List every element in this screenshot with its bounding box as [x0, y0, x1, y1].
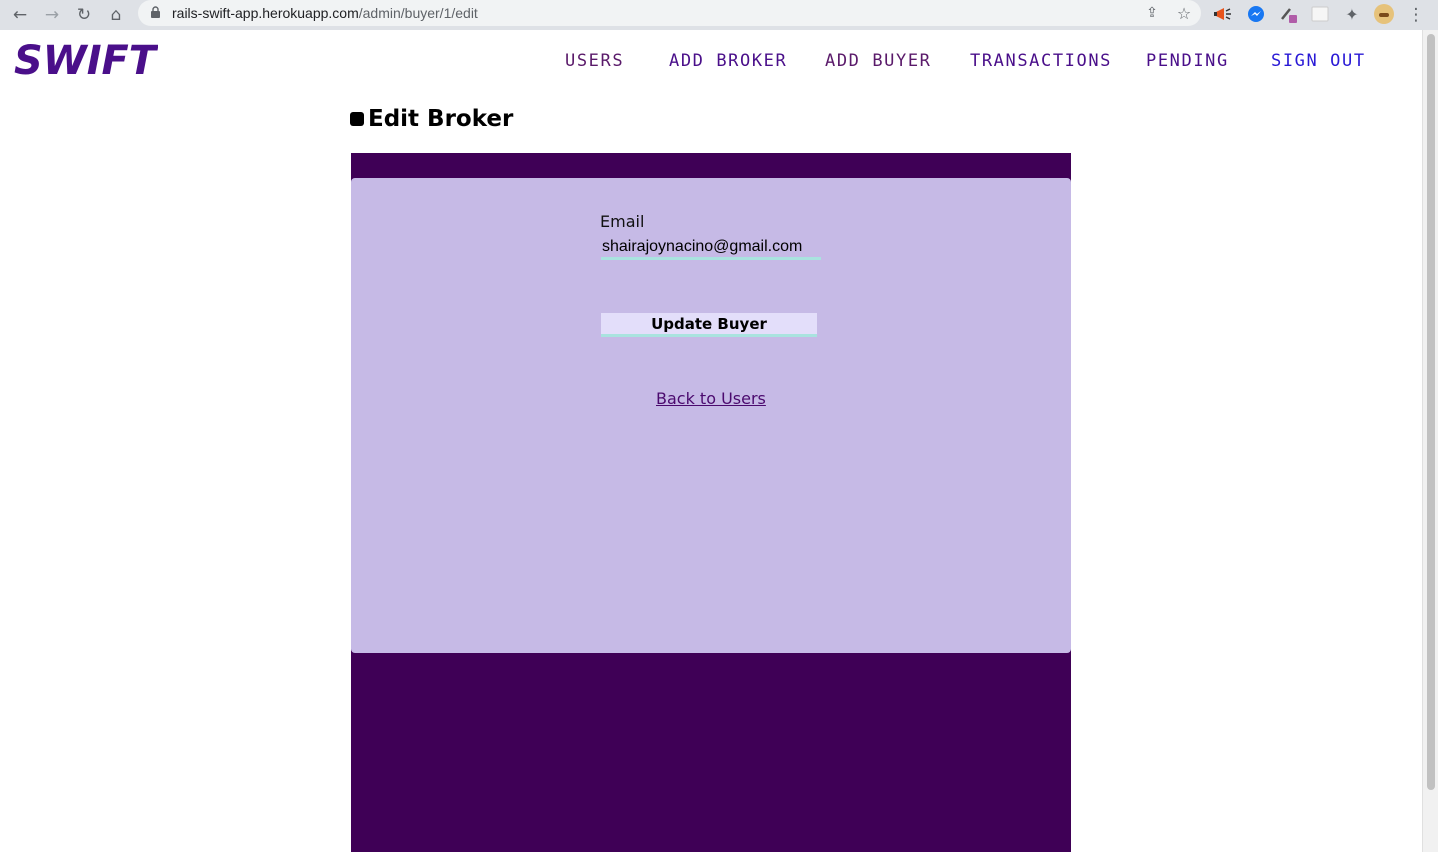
page-scrollbar[interactable] [1422, 30, 1438, 852]
reload-icon[interactable]: ↻ [72, 3, 96, 27]
nav-add-broker[interactable]: ADD BROKER [669, 51, 787, 71]
nav-pending[interactable]: PENDING [1146, 51, 1229, 71]
back-to-users-link[interactable]: Back to Users [656, 389, 766, 408]
url-domain: rails-swift-app.herokuapp.com [172, 5, 359, 21]
address-bar[interactable]: rails-swift-app.herokuapp.com/admin/buye… [138, 0, 1201, 26]
scrollbar-thumb[interactable] [1427, 34, 1435, 790]
browser-toolbar: ← → ↻ ⌂ rails-swift-app.herokuapp.com/ad… [0, 0, 1438, 30]
nav-users[interactable]: USERS [565, 51, 624, 71]
url-text: rails-swift-app.herokuapp.com/admin/buye… [172, 5, 478, 21]
logo-text: SWIFT [14, 42, 158, 78]
nav-transactions[interactable]: TRANSACTIONS [970, 51, 1112, 71]
eyedropper-extension-icon[interactable] [1278, 4, 1298, 24]
update-buyer-button[interactable]: Update Buyer [601, 313, 817, 337]
home-icon[interactable]: ⌂ [104, 3, 128, 27]
profile-avatar-icon[interactable] [1374, 4, 1394, 24]
page-viewport: SWIFT USERS ADD BROKER ADD BUYER TRANSAC… [0, 30, 1422, 852]
bookmark-star-icon[interactable]: ☆ [1174, 3, 1194, 23]
megaphone-extension-icon[interactable] [1213, 4, 1233, 24]
forward-icon[interactable]: → [40, 3, 64, 27]
nav-add-buyer[interactable]: ADD BUYER [825, 51, 932, 71]
title-bullet [350, 112, 364, 126]
lock-icon [151, 6, 160, 18]
messenger-extension-icon[interactable] [1246, 4, 1266, 24]
nav-sign-out[interactable]: SIGN OUT [1271, 51, 1366, 71]
email-label: Email [600, 212, 645, 231]
browser-menu-icon[interactable]: ⋮ [1404, 3, 1428, 27]
share-icon[interactable]: ⇪ [1142, 3, 1162, 23]
page-title: Edit Broker [350, 106, 513, 132]
email-field[interactable] [601, 236, 821, 260]
url-path: /admin/buyer/1/edit [358, 5, 478, 21]
back-icon[interactable]: ← [8, 3, 32, 27]
window-extension-icon[interactable] [1310, 4, 1330, 24]
extensions-puzzle-icon[interactable]: ✦ [1342, 4, 1362, 24]
swift-logo[interactable]: SWIFT [14, 42, 158, 78]
page-title-text: Edit Broker [368, 106, 514, 132]
